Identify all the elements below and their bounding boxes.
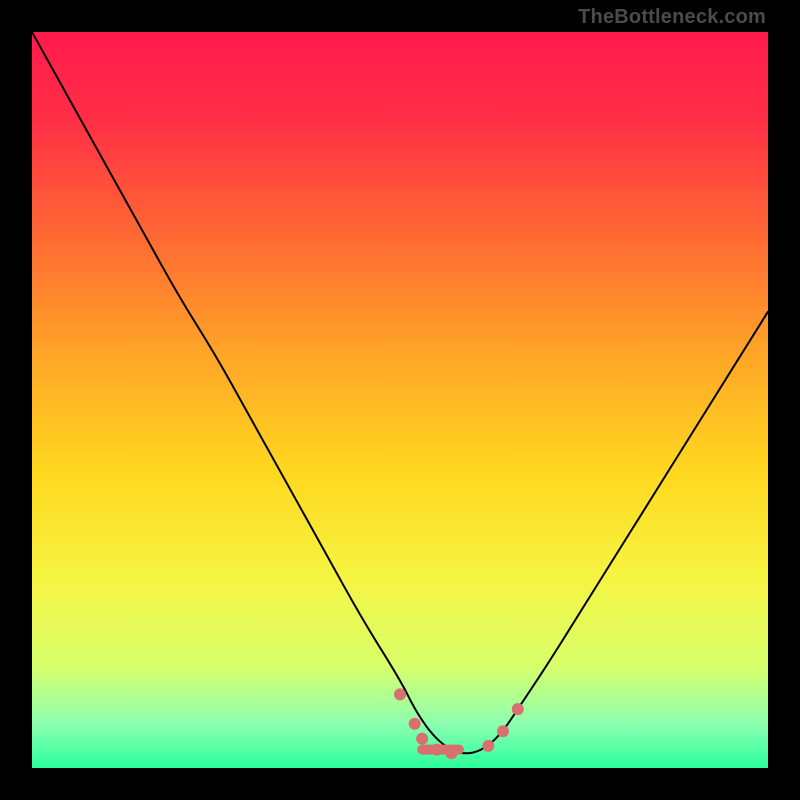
watermark-label: TheBottleneck.com [578,6,766,29]
curve-marker [409,718,421,730]
curve-marker [416,733,428,745]
chart-frame: TheBottleneck.com [0,0,800,800]
curve-marker [446,747,458,759]
curve-marker [431,744,443,756]
curve-marker [394,688,406,700]
plot-area [32,32,768,768]
curve-marker [497,725,509,737]
curve-marker [512,703,524,715]
bottleneck-curve [32,32,768,768]
curve-marker [482,740,494,752]
curve-path [32,32,768,753]
